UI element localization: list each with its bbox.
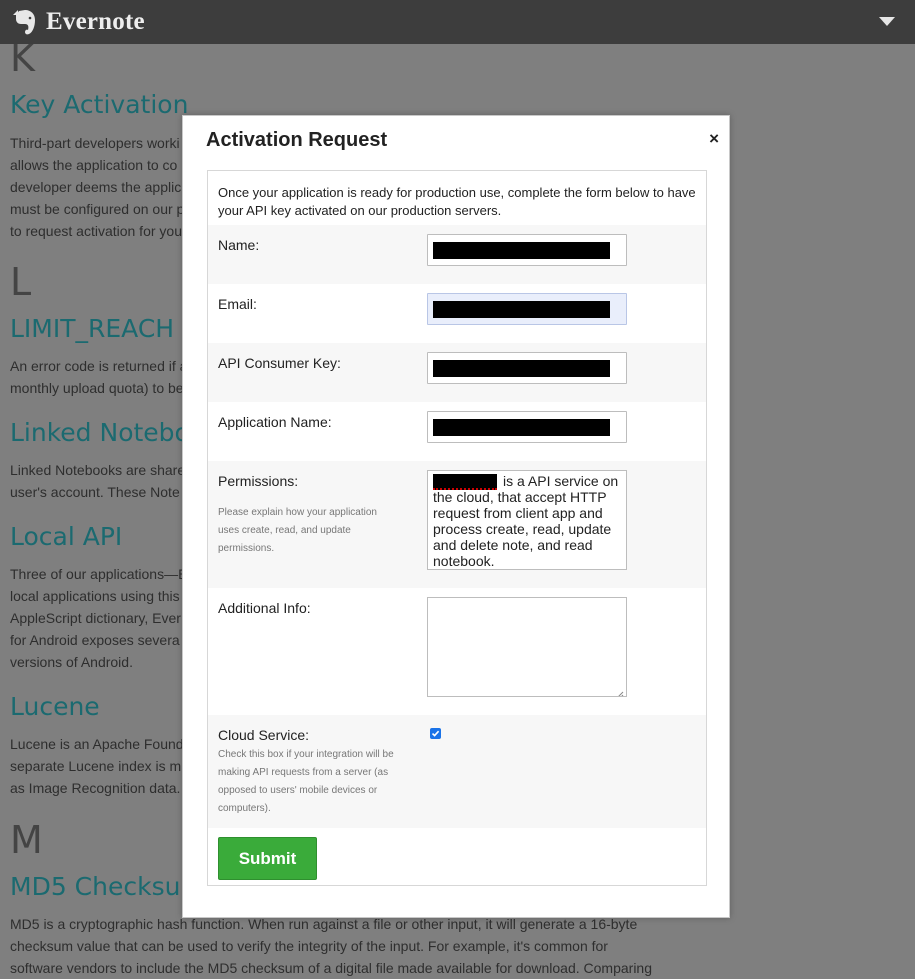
additional-info-label: Additional Info: bbox=[218, 600, 311, 616]
permissions-value: is a API service on the cloud, that acce… bbox=[433, 473, 619, 569]
submit-row: Submit bbox=[208, 828, 706, 885]
resize-handle-icon[interactable] bbox=[616, 686, 624, 696]
name-label: Name: bbox=[218, 237, 260, 253]
redacted-value bbox=[433, 301, 610, 318]
app-name-row: Application Name: bbox=[208, 402, 706, 461]
permissions-label: Permissions: bbox=[218, 473, 299, 489]
app-name: Evernote bbox=[46, 8, 145, 35]
submit-button[interactable]: Submit bbox=[218, 837, 317, 880]
additional-info-textarea[interactable] bbox=[427, 597, 627, 697]
redacted-value bbox=[433, 419, 610, 436]
name-row: Name: bbox=[208, 225, 706, 284]
email-field[interactable] bbox=[427, 293, 627, 325]
consumer-key-row: API Consumer Key: bbox=[208, 343, 706, 402]
app-name-label: Application Name: bbox=[218, 414, 332, 430]
redacted-value bbox=[433, 360, 610, 377]
name-field[interactable] bbox=[427, 234, 627, 266]
redacted-value bbox=[433, 242, 610, 259]
permissions-help: Please explain how your application uses… bbox=[218, 507, 377, 554]
cloud-service-row: Cloud Service: Check this box if your in… bbox=[208, 715, 706, 828]
cloud-service-label: Cloud Service: bbox=[218, 727, 310, 743]
permissions-row: Permissions: Please explain how your app… bbox=[208, 461, 706, 588]
consumer-key-label: API Consumer Key: bbox=[218, 355, 341, 371]
checkmark-icon bbox=[431, 730, 440, 737]
dialog-title: Activation Request bbox=[206, 129, 388, 151]
evernote-logo[interactable]: Evernote bbox=[10, 7, 145, 37]
elephant-logo-icon bbox=[10, 7, 40, 37]
close-icon[interactable]: × bbox=[709, 130, 719, 147]
chevron-down-icon[interactable] bbox=[879, 17, 895, 26]
cloud-service-help: Check this box if your integration will … bbox=[218, 749, 394, 814]
permissions-textarea[interactable]: is a API service on the cloud, that acce… bbox=[427, 470, 627, 570]
email-row: Email: bbox=[208, 284, 706, 343]
top-bar: Evernote bbox=[0, 0, 915, 44]
app-name-field[interactable] bbox=[427, 411, 627, 443]
additional-info-row: Additional Info: bbox=[208, 588, 706, 715]
consumer-key-field[interactable] bbox=[427, 352, 627, 384]
email-label: Email: bbox=[218, 296, 257, 312]
activation-request-dialog: Activation Request × Once your applicati… bbox=[182, 115, 730, 918]
cloud-service-checkbox[interactable] bbox=[430, 728, 441, 739]
form-intro: Once your application is ready for produ… bbox=[218, 185, 696, 218]
activation-form: Once your application is ready for produ… bbox=[207, 170, 707, 886]
